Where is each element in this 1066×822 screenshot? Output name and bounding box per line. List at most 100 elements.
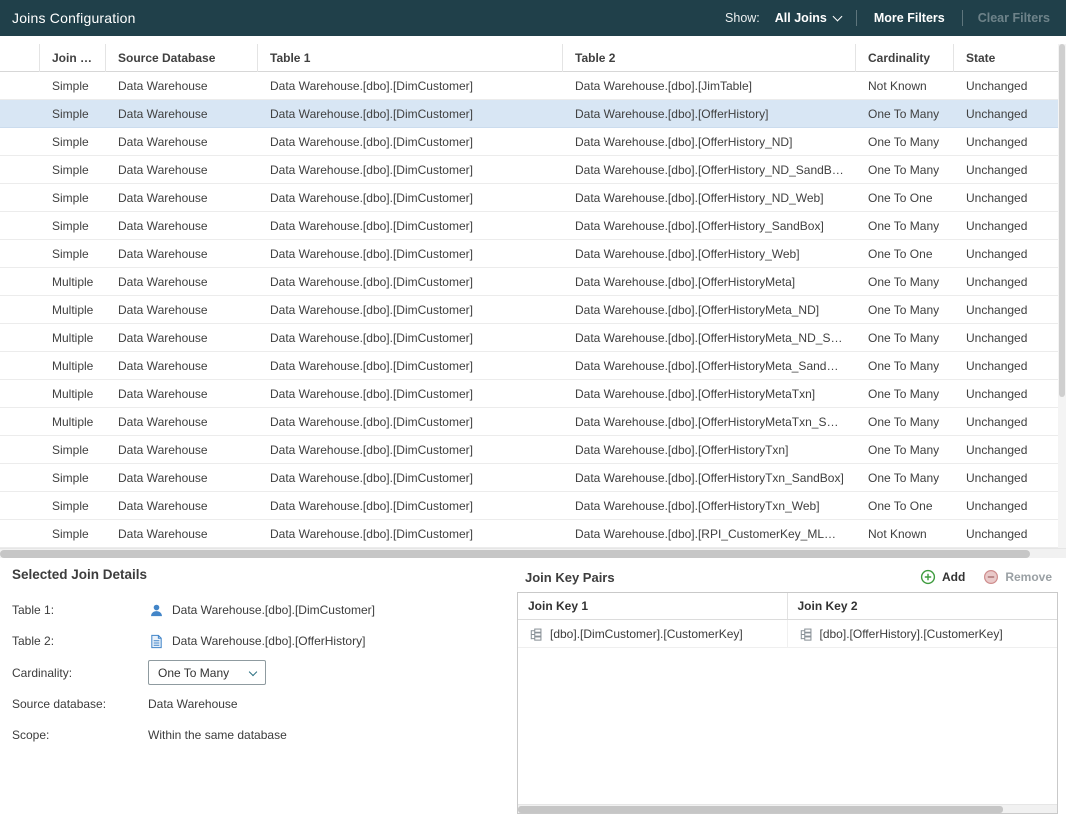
join-key-1-cell: [dbo].[DimCustomer].[CustomerKey] [518, 620, 788, 648]
table-row[interactable]: SimpleData WarehouseData Warehouse.[dbo]… [0, 492, 1058, 520]
column-header-join-key-2[interactable]: Join Key 2 [788, 593, 1058, 619]
table-row[interactable]: SimpleData WarehouseData Warehouse.[dbo]… [0, 156, 1058, 184]
show-filter-dropdown[interactable]: All Joins [773, 9, 843, 27]
table-body: SimpleData WarehouseData Warehouse.[dbo]… [0, 72, 1066, 548]
cell-table1: Data Warehouse.[dbo].[DimCustomer] [258, 499, 563, 513]
cell-join-type: Multiple [40, 359, 106, 373]
cell-source-db: Data Warehouse [106, 107, 258, 121]
table-row[interactable]: MultipleData Warehouse Data Warehouse.[db… [0, 324, 1058, 352]
join-key-pairs-panel: Join Key Pairs Add Remove [515, 558, 1066, 822]
cell-table2: Data Warehouse.[dbo].[OfferHistory_SandB… [563, 219, 856, 233]
remove-icon [983, 569, 999, 585]
cell-cardinality: One To Many [856, 135, 954, 149]
field-cardinality: Cardinality: One To Many [12, 660, 503, 685]
cardinality-dropdown[interactable]: One To Many [148, 660, 266, 685]
clear-filters-button[interactable]: Clear Filters [976, 9, 1052, 27]
cell-join-type: Multiple [40, 303, 106, 317]
more-filters-button[interactable]: More Filters [870, 9, 949, 27]
table-row[interactable]: SimpleData WarehouseData Warehouse.[dbo]… [0, 184, 1058, 212]
table-header-row: Join Type Source Database Table 1 Table … [0, 44, 1058, 72]
table-1-label: Table 1: [12, 603, 148, 617]
add-join-key-button[interactable]: Add [920, 569, 965, 585]
horizontal-scrollbar[interactable] [0, 548, 1066, 558]
table-row[interactable]: SimpleData WarehouseData Warehouse.[dbo]… [0, 464, 1058, 492]
cell-source-db: Data Warehouse [106, 247, 258, 261]
cell-cardinality: One To Many [856, 331, 954, 345]
cell-cardinality: One To Many [856, 359, 954, 373]
column-header-source-database[interactable]: Source Database [106, 44, 258, 72]
header-controls: Show: All Joins More Filters Clear Filte… [725, 9, 1052, 27]
document-icon [148, 633, 164, 649]
join-key-pairs-header: Join Key Pairs Add Remove [517, 564, 1058, 592]
join-key-row[interactable]: [dbo].[DimCustomer].[CustomerKey][dbo].[… [518, 620, 1057, 648]
column-header-table-2[interactable]: Table 2 [563, 44, 856, 72]
table-row[interactable]: MultipleData WarehouseData Warehouse.[db… [0, 268, 1058, 296]
column-header-table-1[interactable]: Table 1 [258, 44, 563, 72]
vertical-scrollbar-thumb[interactable] [1059, 44, 1065, 397]
column-header-join-type[interactable]: Join Type [40, 44, 106, 72]
cell-source-db: Data Warehouse [106, 471, 258, 485]
table-1-value: Data Warehouse.[dbo].[DimCustomer] [172, 603, 375, 617]
table-row[interactable]: MultipleData WarehouseData Warehouse.[db… [0, 408, 1058, 436]
selected-join-details-panel: Selected Join Details Table 1: Data Ware… [0, 558, 515, 822]
cell-table2: Data Warehouse.[dbo].[OfferHistory_ND_We… [563, 191, 856, 205]
person-icon [148, 602, 164, 618]
join-key-table-body: [dbo].[DimCustomer].[CustomerKey][dbo].[… [518, 620, 1057, 804]
cell-cardinality: One To One [856, 499, 954, 513]
join-key-horizontal-scrollbar[interactable] [518, 804, 1057, 813]
cell-state: Unchanged [954, 471, 1058, 485]
cell-table2: Data Warehouse.[dbo].[RPI_CustomerKey_ML… [563, 527, 856, 541]
cell-table2: Data Warehouse.[dbo].[OfferHistoryMeta] [563, 275, 856, 289]
cell-join-type: Simple [40, 499, 106, 513]
cell-table2: Data Warehouse.[dbo].[OfferHistoryMeta_N… [563, 331, 856, 345]
cell-cardinality: One To Many [856, 415, 954, 429]
cell-state: Unchanged [954, 415, 1058, 429]
table-row[interactable]: SimpleData WarehouseData Warehouse.[dbo]… [0, 100, 1058, 128]
cell-join-type: Multiple [40, 331, 106, 345]
scope-label: Scope: [12, 728, 148, 742]
table-row[interactable]: SimpleData WarehouseData Warehouse.[dbo]… [0, 72, 1058, 100]
column-header-state[interactable]: State [954, 44, 1058, 72]
cell-join-type: Multiple [40, 387, 106, 401]
cell-table1: Data Warehouse.[dbo].[DimCustomer] [258, 163, 563, 177]
table-row[interactable]: MultipleData WarehouseData Warehouse.[db… [0, 352, 1058, 380]
cell-table1: Data Warehouse.[dbo].[DimCustomer] [258, 191, 563, 205]
field-table-1: Table 1: Data Warehouse.[dbo].[DimCustom… [12, 598, 503, 622]
cell-source-db: Data Warehouse [106, 331, 258, 345]
cell-state: Unchanged [954, 331, 1058, 345]
column-header-join-key-1[interactable]: Join Key 1 [518, 593, 788, 619]
horizontal-scrollbar-thumb[interactable] [0, 550, 1030, 558]
cell-table2: Data Warehouse.[dbo].[JimTable] [563, 79, 856, 93]
cell-source-db: Data Warehouse [106, 415, 258, 429]
cell-table1: Data Warehouse.[dbo].[DimCustomer] [258, 219, 563, 233]
key-columns-icon [798, 627, 813, 642]
cell-table1: Data Warehouse.[dbo].[DimCustomer] [258, 527, 563, 541]
table-1-value-row: Data Warehouse.[dbo].[DimCustomer] [148, 602, 375, 618]
remove-join-key-button[interactable]: Remove [983, 569, 1052, 585]
cell-table1: Data Warehouse.[dbo].[DimCustomer] [258, 443, 563, 457]
table-row[interactable]: SimpleData WarehouseData Warehouse.[dbo]… [0, 128, 1058, 156]
cell-join-type: Simple [40, 247, 106, 261]
cell-join-type: Simple [40, 163, 106, 177]
table-row[interactable]: SimpleData WarehouseData Warehouse.[dbo]… [0, 212, 1058, 240]
vertical-scrollbar[interactable] [1058, 44, 1066, 548]
chevron-down-icon [832, 12, 842, 22]
column-header-cardinality[interactable]: Cardinality [856, 44, 954, 72]
table-row[interactable]: SimpleData WarehouseData Warehouse.[dbo]… [0, 436, 1058, 464]
cell-state: Unchanged [954, 275, 1058, 289]
field-scope: Scope: Within the same database [12, 723, 503, 747]
cell-cardinality: One To Many [856, 387, 954, 401]
joins-configuration-window: Joins Configuration Show: All Joins More… [0, 0, 1066, 822]
table-row[interactable]: MultipleData WarehouseData Warehouse.[db… [0, 296, 1058, 324]
cell-table1: Data Warehouse.[dbo].[DimCustomer] [258, 107, 563, 121]
cell-state: Unchanged [954, 163, 1058, 177]
header-bar: Joins Configuration Show: All Joins More… [0, 0, 1066, 36]
join-key-horizontal-scrollbar-thumb[interactable] [518, 806, 1003, 813]
cell-cardinality: One To Many [856, 107, 954, 121]
table-row[interactable]: SimpleData WarehouseData Warehouse.[dbo]… [0, 240, 1058, 268]
table-row[interactable]: SimpleData WarehouseData Warehouse.[dbo]… [0, 520, 1058, 548]
join-key-actions: Add Remove [920, 569, 1052, 585]
cell-source-db: Data Warehouse [106, 387, 258, 401]
cell-join-type: Simple [40, 471, 106, 485]
table-row[interactable]: MultipleData WarehouseData Warehouse.[db… [0, 380, 1058, 408]
